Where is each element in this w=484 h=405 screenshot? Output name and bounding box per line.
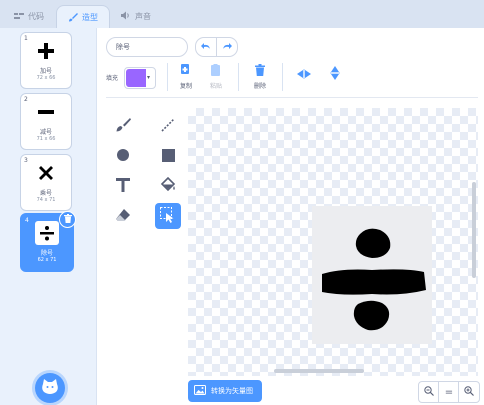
costume-name: 减号 (39, 129, 52, 136)
convert-to-vector-button[interactable]: 转换为矢量图 (188, 380, 262, 402)
tab-costumes-label: 造型 (82, 13, 98, 22)
divider (238, 63, 239, 91)
divider (282, 63, 283, 91)
copy-icon (181, 64, 191, 78)
cat-icon (41, 379, 59, 397)
convert-label: 转换为矢量图 (211, 387, 253, 395)
flip-horizontal-icon (297, 69, 311, 81)
brush-tool[interactable] (110, 113, 136, 139)
paint-bucket-icon (160, 176, 176, 195)
equals-icon: = (444, 386, 454, 398)
tab-sounds-label: 声音 (135, 12, 151, 21)
costume-name-value: 除号 (116, 43, 130, 51)
select-icon (160, 207, 176, 225)
chevron-down-icon: ▾ (147, 74, 151, 81)
text-tool[interactable] (110, 173, 136, 199)
rectangle-icon (161, 148, 175, 164)
costume-item[interactable]: 3 乘号 74 x 71 (20, 154, 72, 211)
copy-button[interactable]: 复制 (176, 64, 196, 92)
costume-item[interactable]: 2 减号 71 x 66 (20, 93, 72, 150)
divide-icon (322, 228, 426, 331)
delete-label: 删除 (253, 83, 266, 90)
tab-sounds[interactable]: 声音 (110, 5, 162, 28)
zoom-in-button[interactable] (458, 381, 480, 403)
minus-icon (34, 100, 58, 124)
copy-label: 复制 (179, 83, 192, 90)
fill-tool[interactable] (155, 173, 181, 199)
redo-icon (222, 42, 232, 52)
divide-icon (35, 221, 59, 245)
costume-number: 3 (24, 157, 28, 164)
eraser-icon (115, 207, 131, 225)
image-icon (194, 385, 206, 397)
circle-icon (116, 148, 130, 164)
undo-icon (201, 42, 211, 52)
zoom-in-icon (464, 385, 474, 399)
zoom-out-icon (424, 385, 434, 399)
vertical-scrollbar[interactable] (472, 182, 476, 278)
rectangle-tool[interactable] (155, 143, 181, 169)
select-tool[interactable] (155, 203, 181, 229)
horizontal-scrollbar[interactable] (274, 369, 364, 373)
paste-label: 粘贴 (209, 83, 222, 90)
speaker-icon (121, 11, 131, 22)
line-tool[interactable] (155, 113, 181, 139)
tab-code-label: 代码 (28, 12, 44, 21)
fill-color-picker[interactable]: ▾ (124, 67, 156, 89)
trash-icon (255, 64, 265, 78)
brush-icon (68, 12, 78, 24)
eraser-tool[interactable] (110, 203, 136, 229)
paste-icon (211, 64, 221, 78)
fill-color-swatch (126, 69, 146, 87)
brush-icon (115, 117, 131, 135)
divider (167, 63, 168, 91)
line-icon (160, 117, 176, 135)
costume-name: 除号 (40, 250, 53, 257)
costume-name: 加号 (39, 68, 52, 75)
flip-vertical-icon (330, 66, 340, 82)
zoom-reset-button[interactable]: = (438, 381, 460, 403)
costume-item[interactable]: 1 加号 72 x 66 (20, 32, 72, 89)
toolbar-divider (106, 97, 478, 98)
zoom-out-button[interactable] (418, 381, 440, 403)
circle-tool[interactable] (110, 143, 136, 169)
tab-code[interactable]: 代码 (4, 5, 54, 28)
redo-button[interactable] (216, 37, 238, 57)
fill-label: 填充 (106, 75, 119, 82)
multiply-icon (34, 161, 58, 185)
flip-horizontal-button[interactable] (295, 67, 313, 83)
costume-image (312, 206, 432, 344)
code-icon (14, 12, 24, 22)
costume-size: 72 x 66 (36, 75, 56, 81)
undo-button[interactable] (195, 37, 217, 57)
costume-size: 71 x 66 (36, 136, 56, 142)
flip-vertical-button[interactable] (326, 65, 344, 83)
costume-name: 乘号 (39, 190, 52, 197)
costume-size: 74 x 71 (36, 197, 56, 203)
plus-icon (34, 39, 58, 63)
costume-number: 4 (25, 217, 29, 224)
text-icon (116, 178, 130, 194)
trash-icon (63, 214, 72, 225)
costume-number: 1 (24, 35, 28, 42)
costume-name-input[interactable]: 除号 (106, 37, 188, 57)
costume-size: 62 x 71 (37, 257, 57, 263)
delete-costume-button[interactable] (59, 211, 76, 228)
costume-number: 2 (24, 96, 28, 103)
tab-costumes[interactable]: 造型 (56, 5, 110, 29)
choose-costume-button[interactable] (35, 373, 65, 403)
paste-button[interactable]: 粘贴 (206, 64, 226, 92)
delete-button[interactable]: 删除 (250, 64, 270, 92)
